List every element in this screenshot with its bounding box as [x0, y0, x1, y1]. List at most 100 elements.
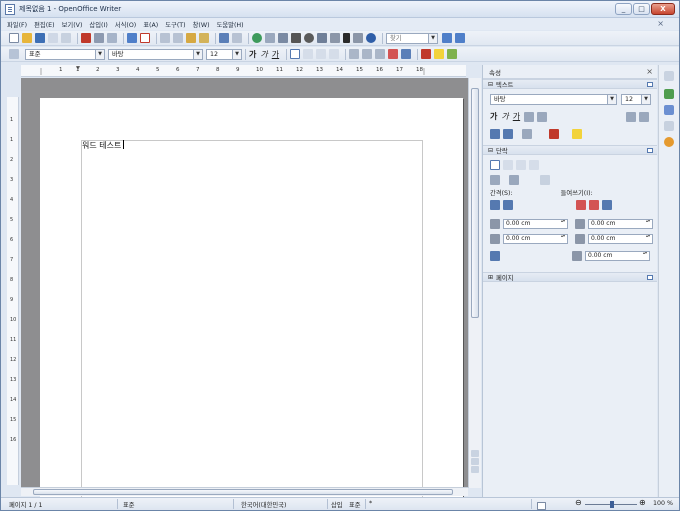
find-previous-icon[interactable] — [455, 33, 465, 43]
cut-icon[interactable] — [160, 33, 170, 43]
paragraph-style-select[interactable]: 표준 ▼ — [25, 48, 105, 60]
paragraph-background-icon[interactable] — [540, 174, 550, 185]
sidebar-align-right-icon[interactable] — [516, 159, 526, 170]
sidebar-numbering-icon[interactable] — [509, 174, 519, 185]
align-right-icon[interactable] — [316, 49, 327, 59]
subscript-icon[interactable] — [639, 111, 649, 122]
font-name-select[interactable]: 바탕 ▼ — [108, 48, 203, 60]
print-preview-icon[interactable] — [107, 33, 117, 43]
sidebar-bullets-icon[interactable] — [490, 174, 500, 185]
zoom-slider-thumb[interactable] — [610, 501, 614, 508]
zoom-icon[interactable] — [353, 33, 363, 43]
before-text-indent-input[interactable]: 0.00 cm — [588, 218, 653, 229]
document-page[interactable]: 워드 테스트 — [40, 98, 463, 500]
navigation-icon[interactable] — [471, 458, 479, 465]
chevron-down-icon[interactable]: ▼ — [95, 49, 104, 59]
more-options-icon[interactable] — [647, 275, 653, 280]
help-icon[interactable] — [366, 33, 376, 43]
close-document-icon[interactable]: × — [657, 19, 664, 28]
sidebar-line-spacing-icon[interactable] — [490, 250, 500, 261]
chevron-down-icon[interactable]: ▼ — [193, 49, 202, 59]
book-view-icon[interactable] — [537, 502, 546, 510]
find-replace-icon[interactable] — [291, 33, 301, 43]
align-center-icon[interactable] — [303, 49, 314, 59]
paste-icon[interactable] — [186, 33, 196, 43]
font-color-icon[interactable] — [421, 49, 432, 59]
highlighting-icon[interactable] — [434, 49, 445, 59]
zoom-out-icon[interactable]: ⊖ — [575, 498, 582, 507]
autospell-icon[interactable] — [140, 33, 150, 43]
menu-file[interactable]: 파일(F) — [7, 20, 27, 29]
navigator-tab-icon[interactable] — [664, 137, 674, 147]
edit-file-icon[interactable] — [61, 33, 71, 43]
chevron-down-icon[interactable]: ▼ — [607, 95, 616, 104]
sidebar-size-select[interactable]: 12 ▼ — [621, 94, 651, 105]
find-next-icon[interactable] — [442, 33, 452, 43]
sidebar-underline-button[interactable]: 가 — [513, 111, 520, 122]
character-spacing-icon[interactable] — [522, 128, 532, 139]
language-status[interactable]: 한국어(대한민국) — [241, 500, 286, 509]
selection-mode[interactable]: 표준 — [349, 500, 361, 509]
line-spacing-icon[interactable] — [349, 49, 360, 59]
sidebar-align-left-icon[interactable] — [490, 159, 500, 170]
menu-view[interactable]: 보기(V) — [62, 20, 83, 29]
more-options-icon[interactable] — [647, 148, 653, 153]
chevron-down-icon[interactable]: ▼ — [232, 49, 241, 59]
vertical-ruler[interactable]: 1 1 2 3 4 5 6 7 8 9 10 11 12 13 14 15 16 — [7, 97, 19, 485]
gallery-tab-icon[interactable] — [664, 121, 674, 131]
bullets-icon[interactable] — [375, 49, 386, 59]
maximize-button[interactable]: □ — [633, 3, 650, 15]
above-paragraph-spacing-input[interactable]: 0.00 cm — [503, 218, 568, 229]
menu-tools[interactable]: 도구(T) — [165, 20, 185, 29]
data-sources-icon[interactable] — [330, 33, 340, 43]
close-button[interactable]: X — [651, 3, 675, 15]
zoom-in-icon[interactable]: ⊕ — [639, 498, 646, 507]
after-text-indent-input[interactable]: 0.00 cm — [588, 233, 653, 244]
navigator-icon[interactable] — [304, 33, 314, 43]
page-section-header[interactable]: ⊞ 페이지 — [483, 272, 657, 282]
background-color-icon[interactable] — [447, 49, 458, 59]
open-folder-icon[interactable] — [22, 33, 32, 43]
more-options-icon[interactable] — [647, 82, 653, 87]
below-paragraph-spacing-input[interactable]: 0.00 cm — [503, 233, 568, 244]
close-sidebar-icon[interactable]: × — [646, 67, 653, 76]
underline-button[interactable]: 가 — [272, 49, 279, 60]
new-document-icon[interactable] — [9, 33, 19, 43]
first-line-indent-input[interactable]: 0.00 cm — [585, 250, 650, 261]
superscript-icon[interactable] — [626, 111, 636, 122]
text-section-header[interactable]: ⊟ 텍스트 — [483, 79, 657, 89]
collapse-icon[interactable]: ⊟ — [488, 147, 493, 154]
chevron-down-icon[interactable]: ▼ — [641, 95, 650, 104]
horizontal-scroll-thumb[interactable] — [33, 489, 453, 495]
italic-button[interactable]: 가 — [260, 49, 267, 60]
redo-icon[interactable] — [232, 33, 242, 43]
document-text[interactable]: 워드 테스트 — [82, 140, 125, 151]
chevron-down-icon[interactable]: ▼ — [428, 33, 437, 43]
horizontal-ruler[interactable]: 1 1 2 3 4 5 6 7 8 9 10 11 12 13 14 15 16… — [21, 65, 466, 77]
decrease-spacing-icon[interactable] — [503, 199, 513, 210]
gallery-icon[interactable] — [317, 33, 327, 43]
paragraph-section-header[interactable]: ⊟ 단락 — [483, 145, 657, 155]
spellcheck-icon[interactable] — [127, 33, 137, 43]
menu-help[interactable]: 도움말(H) — [217, 20, 244, 29]
table-icon[interactable] — [265, 33, 275, 43]
save-icon[interactable] — [35, 33, 45, 43]
shrink-font-icon[interactable] — [503, 128, 513, 139]
format-paintbrush-icon[interactable] — [199, 33, 209, 43]
menu-table[interactable]: 표(A) — [143, 20, 158, 29]
sidebar-italic-button[interactable]: 가 — [501, 111, 508, 122]
shadow-icon[interactable] — [537, 111, 548, 122]
strikethrough-icon[interactable] — [524, 111, 535, 122]
vertical-scrollbar[interactable] — [468, 78, 481, 488]
sidebar-font-select[interactable]: 바탕 ▼ — [490, 94, 617, 105]
justify-icon[interactable] — [329, 49, 340, 59]
decrease-indent-icon[interactable] — [388, 49, 399, 59]
copy-icon[interactable] — [173, 33, 183, 43]
sidebar-decrease-indent-icon[interactable] — [589, 199, 599, 210]
sidebar-highlight-icon[interactable] — [572, 128, 582, 139]
expand-icon[interactable]: ⊞ — [488, 274, 493, 281]
sidebar-font-color-icon[interactable] — [549, 128, 559, 139]
find-input[interactable]: 찾기 ▼ — [386, 32, 438, 44]
sidebar-align-center-icon[interactable] — [503, 159, 513, 170]
sidebar-justify-icon[interactable] — [529, 159, 539, 170]
